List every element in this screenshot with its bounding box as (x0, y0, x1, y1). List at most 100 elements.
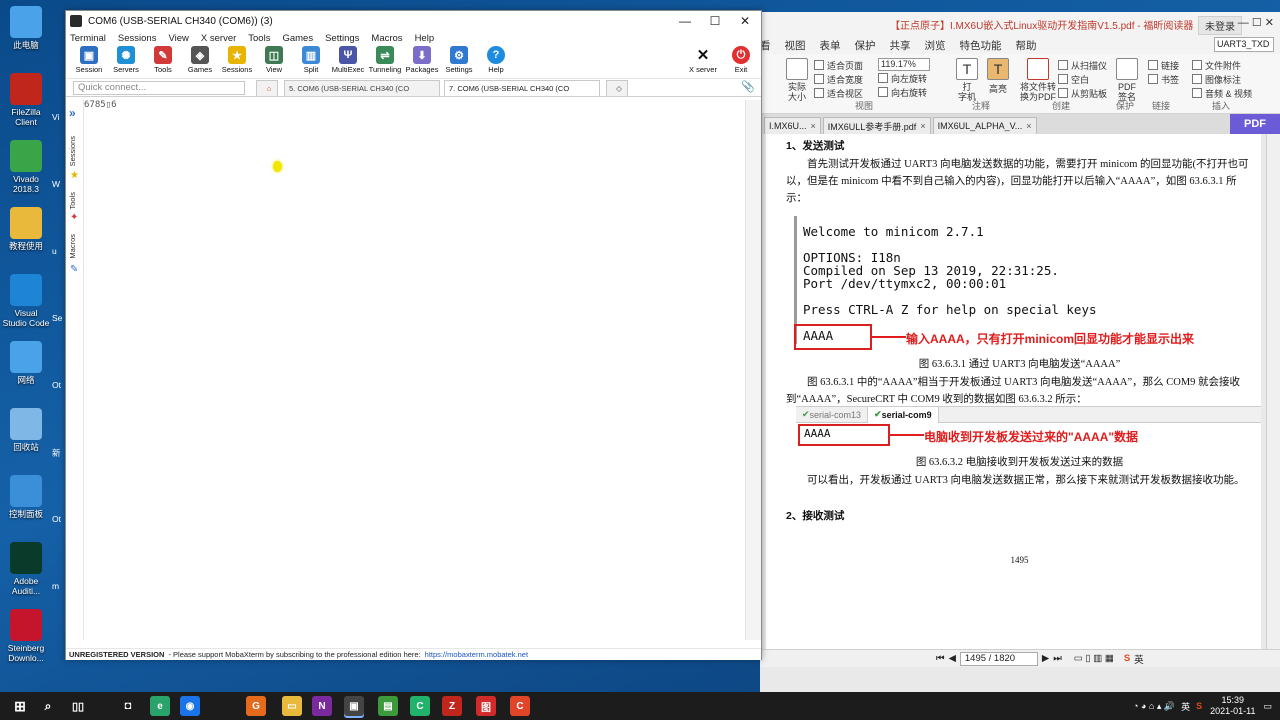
sogou-tray-icon[interactable]: S (1196, 701, 1202, 711)
exit-button[interactable]: ⏻ Exit (718, 46, 764, 74)
capture-icon[interactable]: C (510, 696, 530, 716)
desktop-icon[interactable]: 此电脑 (2, 6, 50, 50)
ribbon-item[interactable]: 适合宽度 (814, 72, 863, 86)
pdf-menu-item[interactable]: 帮助 (1016, 38, 1037, 53)
desktop-icon[interactable]: Visual Studio Code (2, 274, 50, 328)
ribbon-item[interactable]: 向右旋转 (878, 85, 930, 99)
pdf-reader-window[interactable]: 【正点原子】I.MX6U嵌入式Linux驱动开发指南V1.5.pdf - 福昕阅… (760, 12, 1280, 692)
ribbon-item[interactable]: 音频 & 视频 (1192, 86, 1252, 100)
task-view-icon[interactable]: ▯▯ (68, 696, 88, 716)
mobaxterm-icon[interactable]: ▣ (344, 696, 364, 716)
pdf-doc-tab[interactable]: IMX6UL_ALPHA_V... × (932, 117, 1037, 134)
desktop-icon[interactable]: 控制面板 (2, 475, 50, 519)
desktop-icon[interactable]: Vivado 2018.3 (2, 140, 50, 194)
pdf-scrollbar[interactable] (1266, 134, 1280, 654)
chrome-icon[interactable]: ◉ (180, 696, 200, 716)
filezilla-icon[interactable]: Z (442, 696, 462, 716)
tab-session-7[interactable]: 7. COM6 (USB-SERIAL CH340 (CO (444, 80, 600, 96)
convert-button[interactable]: 将文件转 换为PDF (1018, 58, 1058, 102)
highlight-button[interactable]: T 高亮 (986, 58, 1010, 95)
menu-item[interactable]: Terminal (70, 33, 106, 44)
ribbon-item[interactable]: 适合页面 (814, 58, 863, 72)
desktop-icon-partial[interactable]: W (52, 179, 66, 219)
close-tab-icon[interactable]: × (811, 121, 816, 131)
pdf-menu-item[interactable]: 表单 (820, 38, 841, 53)
tray-icons[interactable]: ◔ ◕ ⌂ ▴ 🔊 (1133, 701, 1175, 712)
desktop-icon-partial[interactable]: Vi (52, 112, 66, 152)
desktop-icon[interactable]: Adobe Auditi... (2, 542, 50, 596)
app-red-icon[interactable]: 图 (476, 696, 496, 716)
sidebar-tools[interactable]: Tools (68, 192, 77, 210)
nav-prev-icon[interactable]: ◀ (949, 653, 956, 664)
notepad-icon[interactable]: ▤ (378, 696, 398, 716)
minimize-button[interactable]: — (671, 13, 699, 29)
pdf-menu-item[interactable]: 视图 (785, 38, 806, 53)
menu-item[interactable]: X server (201, 33, 236, 44)
menu-item[interactable]: Help (415, 33, 435, 44)
terminal-scrollbar[interactable] (745, 100, 761, 640)
login-button[interactable]: 未登录 (1198, 16, 1242, 35)
quick-connect-input[interactable]: Quick connect... (73, 81, 245, 95)
pdf-menu-item[interactable]: 浏览 (925, 38, 946, 53)
menu-item[interactable]: Sessions (118, 33, 157, 44)
close-button[interactable]: ✕ (731, 13, 759, 29)
mobaxterm-window[interactable]: COM6 (USB-SERIAL CH340 (COM6)) (3) — ☐ ✕… (65, 10, 762, 660)
desktop-icon-partial[interactable]: u (52, 246, 66, 286)
pdf-menu-item[interactable]: 共享 (890, 38, 911, 53)
actual-size-button[interactable]: 实际 大小 (786, 58, 808, 102)
desktop-icon[interactable]: FileZilla Client (2, 73, 50, 127)
edge-icon[interactable]: e (150, 696, 170, 716)
pdf-doc-tab[interactable]: I.MX6U... × (764, 117, 821, 134)
nav-next-icon[interactable]: ▶ (1042, 653, 1049, 664)
clock[interactable]: 15:39 2021-01-11 (1210, 695, 1255, 717)
pdf-window-controls[interactable]: — ☐ ✕ (1238, 16, 1274, 29)
ribbon-item[interactable]: 从剪贴板 (1058, 86, 1107, 100)
ribbon-item[interactable]: 图像标注 (1192, 72, 1252, 86)
pdf-doc-tab[interactable]: IMX6ULL参考手册.pdf × (822, 117, 931, 134)
desktop-icon[interactable]: 网络 (2, 341, 50, 385)
tray-ime[interactable]: 英 (1181, 700, 1190, 713)
desktop-icon[interactable]: 回收站 (2, 408, 50, 452)
desktop-icon-partial[interactable]: Se (52, 313, 66, 353)
menu-item[interactable]: Settings (325, 33, 359, 44)
toolbar-help-button[interactable]: ? Help (473, 46, 519, 74)
nav-last-icon[interactable]: ⏭ (1053, 653, 1062, 664)
zoom-select[interactable]: 119.17% (878, 58, 930, 71)
maximize-button[interactable]: ☐ (701, 13, 729, 29)
notification-icon[interactable]: ▭ (1263, 701, 1272, 712)
expand-sidebar-icon[interactable]: » (69, 106, 76, 120)
close-tab-icon[interactable]: × (920, 121, 925, 131)
pdf-menu-item[interactable]: 保护 (855, 38, 876, 53)
explorer-icon[interactable]: ▭ (282, 696, 302, 716)
pdf-search-input[interactable]: UART3_TXD (1214, 37, 1274, 52)
ribbon-item[interactable]: 空白 (1058, 72, 1107, 86)
menu-item[interactable]: Games (282, 33, 313, 44)
pdf-sign-button[interactable]: PDF 签名 (1116, 58, 1138, 102)
close-tab-icon[interactable]: × (1026, 121, 1031, 131)
clion-icon[interactable]: C (410, 696, 430, 716)
ribbon-item[interactable]: 链接 (1148, 58, 1179, 72)
terminal-area[interactable]: 6785▯6 (84, 100, 744, 640)
menu-item[interactable]: View (168, 33, 188, 44)
desktop-icon[interactable]: Steinberg Downlo... (2, 609, 50, 663)
tab-session-5[interactable]: 5. COM6 (USB-SERIAL CH340 (CO (284, 80, 440, 96)
sogou-ime-icon[interactable]: S (1124, 653, 1130, 664)
pdf-menu-item[interactable]: 特色功能 (960, 38, 1002, 53)
desktop-icon-partial[interactable]: Ot (52, 380, 66, 420)
camera-icon[interactable]: ◘ (118, 696, 138, 716)
new-tab-icon[interactable]: ◇ (606, 80, 628, 96)
home-tab-icon[interactable]: ⌂ (256, 80, 278, 96)
desktop-icon-partial[interactable]: Ot (52, 514, 66, 554)
onenote-icon[interactable]: N (312, 696, 332, 716)
view-mode-icons[interactable]: ▭ ▯ ▥ ▦ (1074, 653, 1114, 664)
menu-item[interactable]: Tools (248, 33, 270, 44)
ribbon-item[interactable]: 适合视区 (814, 86, 863, 100)
ime-lang[interactable]: 英 (1134, 652, 1144, 666)
ribbon-item[interactable]: 书签 (1148, 72, 1179, 86)
mobatek-link[interactable]: https://mobaxterm.mobatek.net (425, 650, 528, 659)
attach-icon[interactable]: 📎 (741, 80, 755, 93)
ribbon-item[interactable]: 向左旋转 (878, 71, 930, 85)
nav-first-icon[interactable]: ⏮ (936, 653, 945, 664)
windows-start-icon[interactable]: ⊞ (10, 696, 30, 716)
foxit-icon[interactable]: G (246, 696, 266, 716)
